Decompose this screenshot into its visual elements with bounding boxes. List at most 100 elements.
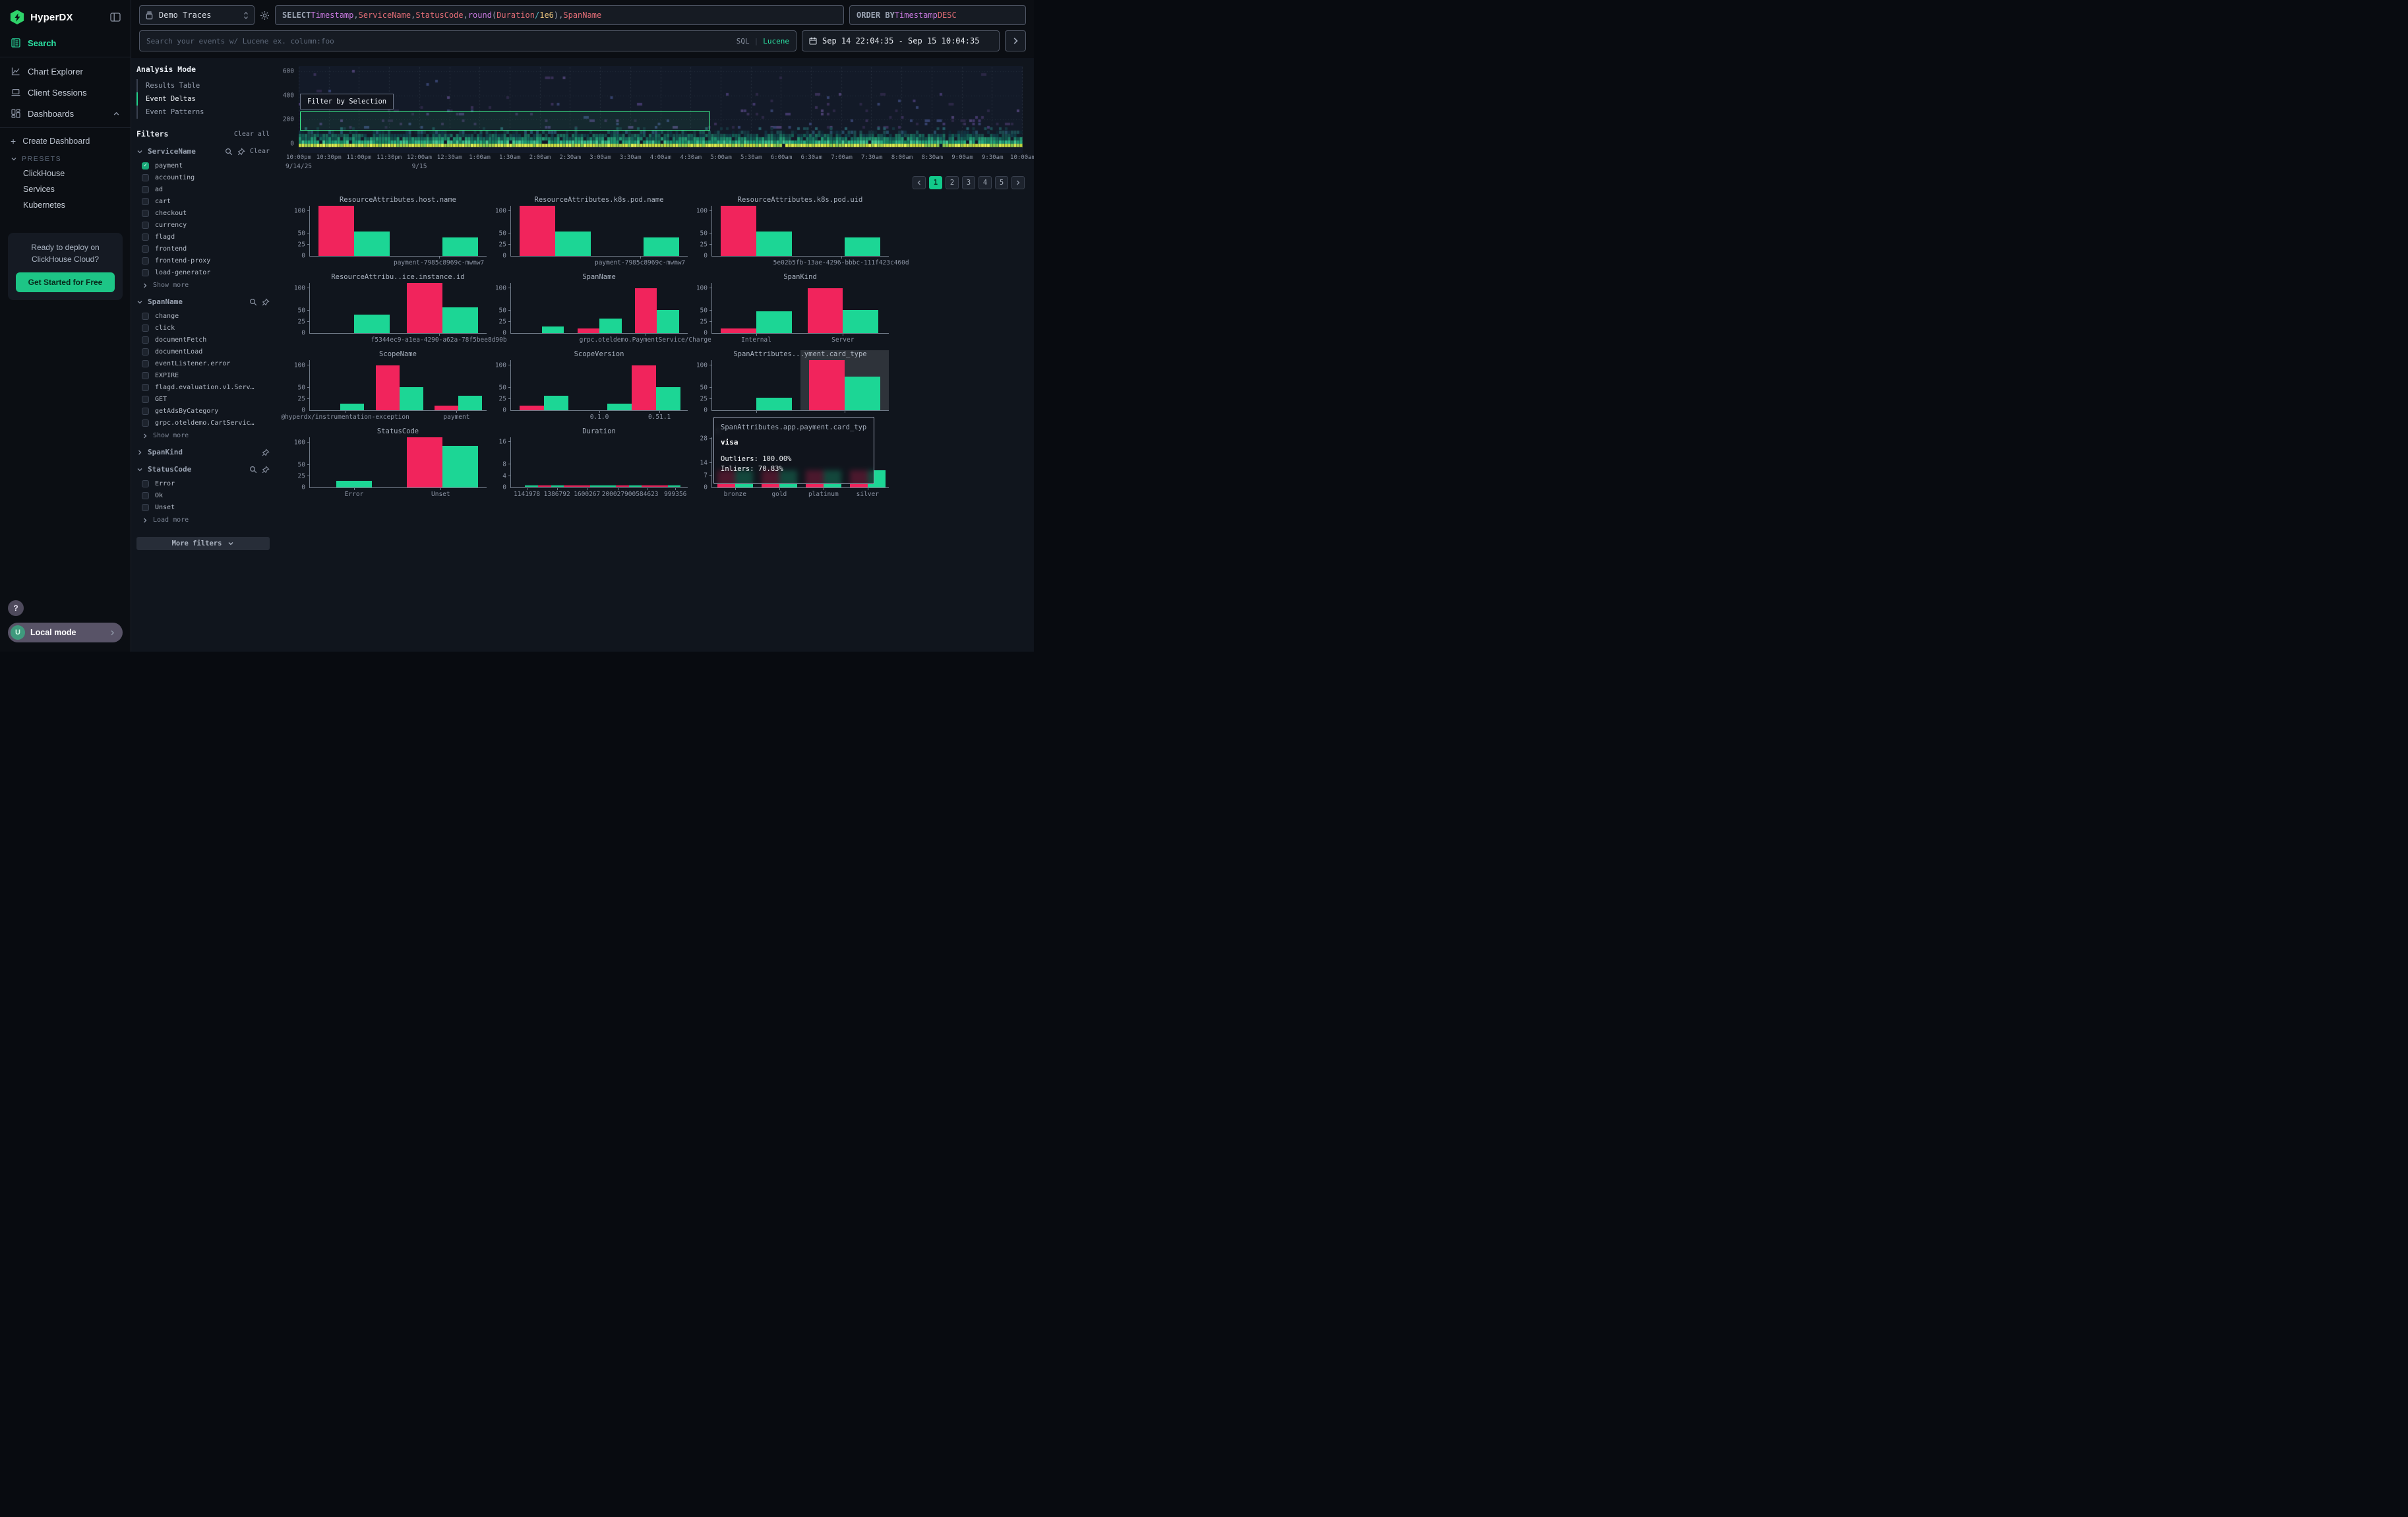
- more-label: Show more: [153, 432, 189, 439]
- sidebar-item-kubernetes[interactable]: Kubernetes: [0, 197, 131, 213]
- checkbox-accounting[interactable]: [142, 174, 149, 181]
- presets-toggle[interactable]: PRESETS: [0, 150, 131, 166]
- divider: [0, 127, 131, 128]
- prev-page-button[interactable]: [913, 176, 926, 189]
- clear-section-button[interactable]: Clear: [250, 148, 270, 155]
- checkbox-error[interactable]: [142, 480, 149, 487]
- inlier-bar: [442, 446, 478, 487]
- sidebar-item-client-sessions[interactable]: Client Sessions: [0, 82, 131, 103]
- clear-all-button[interactable]: Clear all: [234, 131, 270, 138]
- checkbox-flagd-evaluation-v1-serv-[interactable]: [142, 384, 149, 391]
- filter-section-header-statuscode[interactable]: StatusCode: [136, 465, 270, 474]
- pin-icon[interactable]: [262, 466, 270, 474]
- checkbox-expire[interactable]: [142, 372, 149, 379]
- search-input[interactable]: Search your events w/ Lucene ex. column:…: [139, 30, 797, 51]
- analysis-mode-title: Analysis Mode: [136, 63, 270, 79]
- sidebar-item-services[interactable]: Services: [0, 181, 131, 197]
- checkbox-payment[interactable]: ✓: [142, 162, 149, 170]
- search-icon[interactable]: [249, 298, 257, 306]
- checkbox-get[interactable]: [142, 396, 149, 403]
- order-by-editor[interactable]: ORDER BY Timestamp DESC: [849, 5, 1026, 25]
- heatmap-xtick: 8:00am: [891, 154, 913, 161]
- sql-select-editor[interactable]: SELECT Timestamp, ServiceName, StatusCod…: [275, 5, 844, 25]
- checkbox-grpc-oteldemo-cartservic-[interactable]: [142, 419, 149, 427]
- search-icon[interactable]: [225, 148, 233, 156]
- sidebar-item-clickhouse[interactable]: ClickHouse: [0, 166, 131, 181]
- pin-icon[interactable]: [237, 148, 245, 156]
- page-button-1[interactable]: 1: [929, 176, 942, 189]
- filter-item-checkout: checkout: [136, 207, 270, 219]
- analysis-mode-event-deltas[interactable]: Event Deltas: [136, 92, 270, 106]
- ytick-mark: [709, 387, 712, 388]
- filter-by-selection-button[interactable]: Filter by Selection: [300, 94, 394, 109]
- chevron-right-icon: [136, 449, 143, 456]
- get-started-button[interactable]: Get Started for Free: [16, 272, 115, 292]
- filter-section-header-spankind[interactable]: SpanKind: [136, 448, 270, 456]
- checkbox-ok[interactable]: [142, 492, 149, 499]
- gear-icon[interactable]: [260, 11, 270, 20]
- content: Analysis Mode Results TableEvent DeltasE…: [131, 58, 1034, 652]
- inlier-bar: [340, 404, 364, 410]
- filters-title: Filters: [136, 129, 168, 139]
- sql-mode-toggle[interactable]: SQL: [737, 37, 750, 46]
- checkbox-unset[interactable]: [142, 504, 149, 511]
- filter-item-click: click: [136, 322, 270, 334]
- baseline-strip: [603, 485, 616, 487]
- help-button[interactable]: ?: [8, 600, 24, 616]
- analysis-mode-event-patterns[interactable]: Event Patterns: [136, 106, 270, 119]
- page-button-3[interactable]: 3: [962, 176, 975, 189]
- page-button-4[interactable]: 4: [978, 176, 992, 189]
- create-dashboard-button[interactable]: + Create Dashboard: [0, 131, 131, 150]
- show-more-button[interactable]: Show more: [136, 278, 270, 289]
- chevron-right-icon: [109, 629, 116, 636]
- sidebar-item-chart-explorer[interactable]: Chart Explorer: [0, 61, 131, 82]
- page-button-2[interactable]: 2: [946, 176, 959, 189]
- filter-section-header-servicename[interactable]: ServiceNameClear: [136, 147, 270, 156]
- collapse-sidebar-icon[interactable]: [109, 11, 121, 23]
- next-page-button[interactable]: [1011, 176, 1025, 189]
- ytick-mark: [508, 387, 511, 388]
- filter-section-header-spanname[interactable]: SpanName: [136, 297, 270, 306]
- search-icon[interactable]: [249, 466, 257, 474]
- page-button-5[interactable]: 5: [995, 176, 1008, 189]
- checkbox-click[interactable]: [142, 325, 149, 332]
- checkbox-frontend[interactable]: [142, 245, 149, 253]
- chart-xtick-label: platinum: [808, 491, 839, 498]
- heatmap-selection[interactable]: [300, 111, 710, 131]
- pin-icon[interactable]: [262, 449, 270, 456]
- inlier-bar: [599, 319, 622, 333]
- chart-ytick: 25: [700, 319, 707, 326]
- filter-items: changeclickdocumentFetchdocumentLoadeven…: [136, 310, 270, 429]
- local-mode-button[interactable]: U Local mode: [8, 623, 123, 642]
- date-range-picker[interactable]: Sep 14 22:04:35 - Sep 15 10:04:35: [802, 30, 1000, 51]
- checkbox-load-generator[interactable]: [142, 269, 149, 276]
- checkbox-currency[interactable]: [142, 222, 149, 229]
- chevron-up-icon[interactable]: [113, 110, 120, 117]
- chart-resourceattribu-ice-instance-id: ResourceAttribu..ice.instance.id02550100…: [289, 273, 491, 347]
- more-filters-button[interactable]: More filters: [136, 537, 270, 550]
- checkbox-eventlistener-error[interactable]: [142, 360, 149, 367]
- checkbox-flagd[interactable]: [142, 233, 149, 241]
- show-more-button[interactable]: Show more: [136, 429, 270, 439]
- run-query-button[interactable]: [1005, 30, 1026, 51]
- checkbox-documentload[interactable]: [142, 348, 149, 356]
- source-select[interactable]: Demo Traces: [139, 5, 255, 25]
- checkbox-frontend-proxy[interactable]: [142, 257, 149, 264]
- sidebar-item-dashboards[interactable]: Dashboards: [0, 103, 131, 124]
- sidebar-item-search[interactable]: Search: [0, 32, 131, 53]
- checkbox-cart[interactable]: [142, 198, 149, 205]
- checkbox-change[interactable]: [142, 313, 149, 320]
- heatmap-canvas[interactable]: [299, 66, 1023, 153]
- filter-item-documentfetch: documentFetch: [136, 334, 270, 346]
- promo-line1: Ready to deploy on: [15, 241, 116, 253]
- load-more-button[interactable]: Load more: [136, 513, 270, 524]
- checkbox-checkout[interactable]: [142, 210, 149, 217]
- analysis-mode-results-table[interactable]: Results Table: [136, 79, 270, 92]
- lucene-mode-toggle[interactable]: Lucene: [763, 37, 789, 46]
- checkbox-ad[interactable]: [142, 186, 149, 193]
- hyperdx-app: HyperDX Search Chart Explorer Client Ses…: [0, 0, 1034, 652]
- filter-item-accounting: accounting: [136, 171, 270, 183]
- pin-icon[interactable]: [262, 298, 270, 306]
- checkbox-documentfetch[interactable]: [142, 336, 149, 344]
- checkbox-getadsbycategory[interactable]: [142, 408, 149, 415]
